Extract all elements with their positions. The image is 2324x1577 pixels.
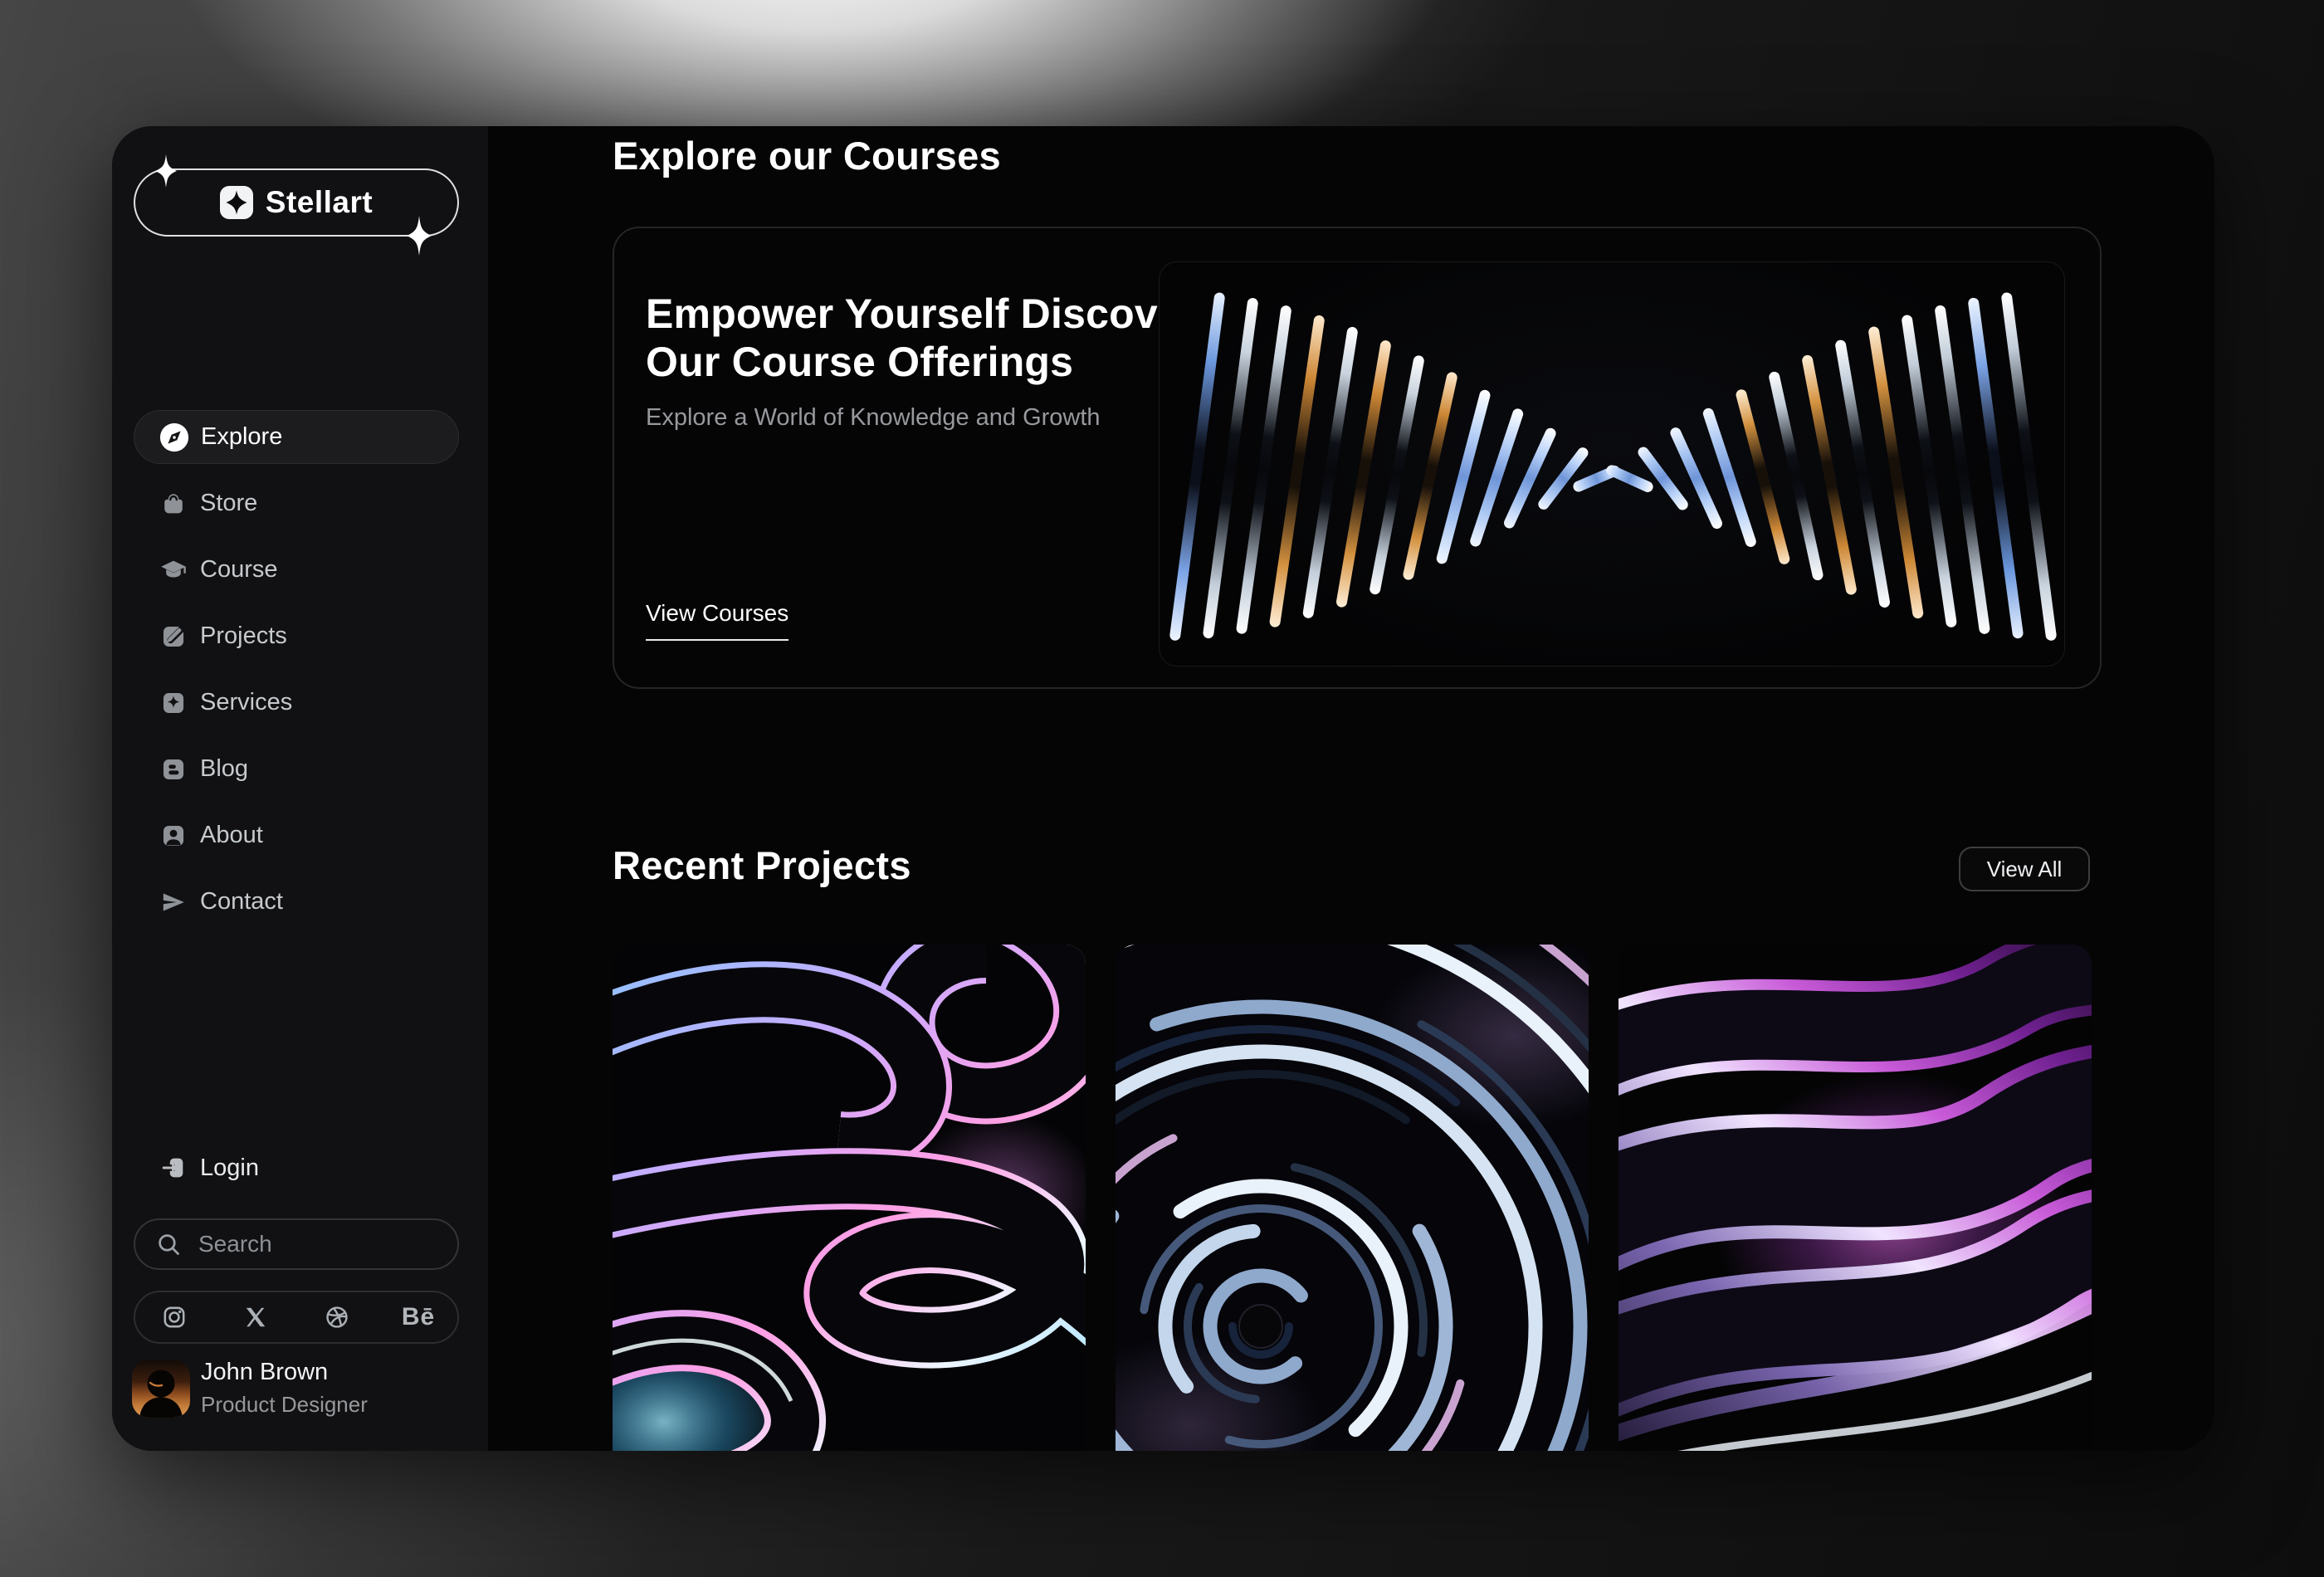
- blog-icon: [159, 754, 188, 784]
- sparkle-icon: [407, 216, 432, 256]
- search-icon: [154, 1229, 183, 1259]
- app-window: Stellart Explore Store Course Projects S…: [112, 126, 2214, 1451]
- search-input[interactable]: [197, 1230, 439, 1258]
- sidebar-item-about[interactable]: About: [134, 808, 459, 862]
- sidebar-item-label: About: [200, 822, 263, 848]
- brand-logo[interactable]: Stellart: [134, 154, 459, 256]
- project-cards: [613, 945, 2092, 1451]
- dribbble-icon[interactable]: [323, 1303, 351, 1331]
- sidebar-item-projects[interactable]: Projects: [134, 609, 459, 663]
- behance-icon[interactable]: Bē: [402, 1303, 434, 1331]
- hero-card: Empower Yourself Discover Our Course Off…: [613, 227, 2102, 689]
- sidebar-item-explore[interactable]: Explore: [134, 410, 459, 464]
- sidebar-item-contact[interactable]: Contact: [134, 875, 459, 929]
- page-title: Explore our Courses: [613, 134, 1001, 178]
- page-background: Stellart Explore Store Course Projects S…: [0, 0, 2324, 1577]
- x-icon[interactable]: [242, 1303, 270, 1331]
- sidebar-nav: Explore Store Course Projects Services B…: [134, 410, 459, 929]
- view-all-button[interactable]: View All: [1959, 847, 2090, 891]
- sidebar-item-course[interactable]: Course: [134, 543, 459, 597]
- search-box[interactable]: [134, 1218, 459, 1270]
- recent-projects-title: Recent Projects: [613, 843, 911, 887]
- project-card-3[interactable]: [1618, 945, 2092, 1451]
- sidebar-item-blog[interactable]: Blog: [134, 742, 459, 796]
- hero-image: [1159, 261, 2065, 666]
- hero-title: Empower Yourself Discover Our Course Off…: [646, 290, 1198, 385]
- star-square-icon: [159, 688, 188, 718]
- hero-helix-art: [1169, 292, 2057, 641]
- sidebar-item-store[interactable]: Store: [134, 476, 459, 530]
- shopping-bag-icon: [159, 489, 188, 519]
- sidebar-item-label: Blog: [200, 755, 249, 782]
- project-card-1[interactable]: [613, 945, 1086, 1451]
- social-bar: Bē: [134, 1291, 459, 1344]
- graduation-cap-icon: [159, 555, 188, 585]
- login-button[interactable]: Login: [134, 1150, 459, 1186]
- sidebar-item-services[interactable]: Services: [134, 676, 459, 730]
- login-icon: [159, 1153, 188, 1183]
- compass-icon: [159, 422, 189, 452]
- sidebar-item-label: Services: [200, 689, 293, 715]
- instagram-icon[interactable]: [160, 1303, 188, 1331]
- view-courses-link[interactable]: View Courses: [646, 600, 789, 641]
- sidebar-item-label: Contact: [200, 888, 283, 915]
- brand-name: Stellart: [265, 185, 374, 219]
- avatar: [132, 1359, 190, 1418]
- project-art-liquid-chrome: [1618, 945, 2092, 1451]
- profile-role: Product Designer: [201, 1392, 368, 1417]
- pencil-square-icon: [159, 622, 188, 652]
- login-label: Login: [200, 1154, 259, 1181]
- sidebar-item-label: Course: [200, 556, 278, 583]
- project-art-glass-ribbons: [613, 945, 1086, 1451]
- sidebar-item-label: Projects: [200, 622, 287, 649]
- hero-subtitle: Explore a World of Knowledge and Growth: [646, 404, 1101, 431]
- main-content: Explore our Courses Empower Yourself Dis…: [488, 126, 2214, 1451]
- paper-plane-icon: [159, 887, 188, 917]
- profile-name: John Brown: [201, 1359, 329, 1385]
- sidebar-item-label: Explore: [201, 423, 283, 450]
- sidebar: Stellart Explore Store Course Projects S…: [112, 126, 488, 1451]
- sparkle-icon: [155, 154, 177, 188]
- profile[interactable]: John Brown Product Designer: [132, 1359, 368, 1418]
- project-card-2[interactable]: [1116, 945, 1589, 1451]
- brand-star-icon: [219, 186, 253, 219]
- project-art-chrome-vortex: [1116, 945, 1589, 1451]
- sidebar-item-label: Store: [200, 490, 258, 516]
- person-square-icon: [159, 821, 188, 851]
